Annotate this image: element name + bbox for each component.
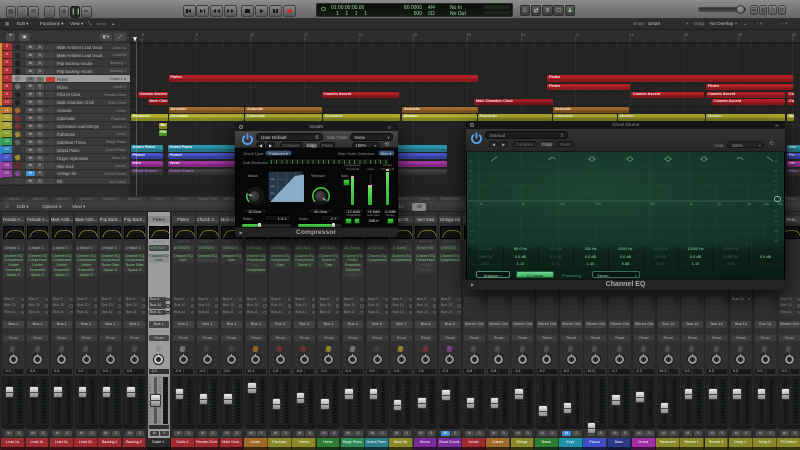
svg-text:-10: -10 xyxy=(270,191,275,195)
svg-text:-20: -20 xyxy=(270,184,275,188)
svg-text:-30: -30 xyxy=(270,177,275,181)
